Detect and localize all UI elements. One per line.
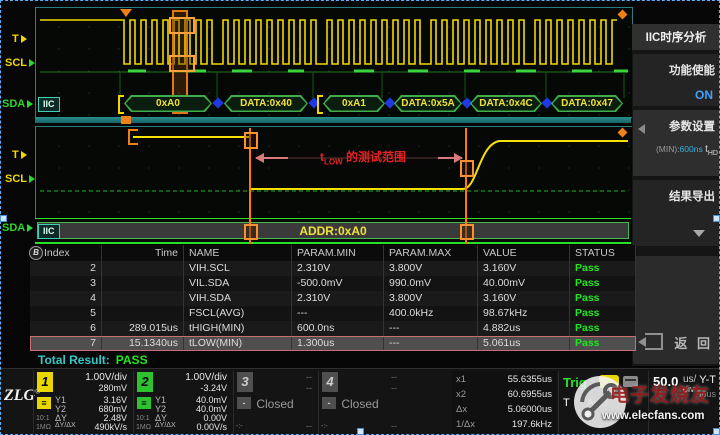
zoom-band-handle-top[interactable] <box>169 17 195 34</box>
trigger-block[interactable]: Trig T Auto <box>558 371 647 433</box>
arrow-right-icon <box>27 224 33 232</box>
table-row-selected[interactable]: 715.1340ustLOW(MIN) 1.300us---5.061us Pa… <box>30 336 636 351</box>
total-result: Total Result:PASS <box>38 353 148 367</box>
arrow-right-icon <box>27 100 33 108</box>
param-settings-panel[interactable]: 参数设置 (MIN):600ns tHD <box>633 110 719 176</box>
channel2-block[interactable]: 2 1.00V/div -3.24V ≡ Y1 40.0mV Y2 40.0mV… <box>133 371 231 433</box>
coupling-icon: ≡ <box>37 397 51 409</box>
channel2-badge: 2 <box>137 372 153 392</box>
keyboard-icon <box>623 376 638 387</box>
cursor-readout: x155.6355us x260.6955us Δx5.06000us 1/Δx… <box>452 371 556 433</box>
zoom-scrollbar-handle[interactable] <box>121 116 131 124</box>
decode-segment: 0xA1 <box>323 95 385 112</box>
selection-handle[interactable] <box>357 428 364 435</box>
iic-bus-tag-1: IIC <box>38 97 60 112</box>
sidebar-title: IIC时序分析 <box>632 24 720 50</box>
arrow-left-icon <box>255 153 264 163</box>
results-table: B IndexTime NAMEPARAM.MIN PARAM.MAXVALUE… <box>30 245 636 351</box>
table-row[interactable]: 3VIL.SDA -500.0mV990.0mV40.00mV Pass <box>30 276 636 291</box>
table-row[interactable]: 4VIH.SDA 2.310V3.800V3.160V Pass <box>30 291 636 306</box>
iic-bus-tag-2: IIC <box>38 224 60 239</box>
export-panel[interactable]: 结果导出 <box>633 180 719 246</box>
timebase-block[interactable]: 50.0 us/ div Y-T 56us <box>648 371 719 433</box>
trigger-level-label-2: T <box>12 149 27 161</box>
bus-badge-icon: B <box>29 246 43 260</box>
cursor-handle[interactable] <box>244 224 258 240</box>
arrow-right-icon <box>21 35 27 43</box>
decode-segment: DATA:0x4C <box>470 95 542 112</box>
scl-channel-label-2: SCL <box>5 173 35 185</box>
tlow-range-label: tLOW 的测试范围 <box>288 150 438 169</box>
scl-channel-label-1: SCL <box>5 57 35 69</box>
selection-handle[interactable] <box>713 428 720 435</box>
zoom-band-handle-mid[interactable] <box>169 55 195 72</box>
sda-channel-label-1: SDA <box>2 98 33 110</box>
status-bar: ZLG® 1 1.00V/div 280mV ≡ Y1 3.16V Y2 680… <box>0 368 720 435</box>
iic-analysis-sidebar: IIC时序分析 功能使能 ON 参数设置 (MIN):600ns tHD 结果导… <box>632 24 720 366</box>
coupling-icon: ≡ <box>137 397 151 409</box>
selection-handle[interactable] <box>713 215 720 222</box>
back-button[interactable]: 返 回 <box>633 256 719 364</box>
cursor-handle[interactable] <box>460 224 474 240</box>
enable-value: ON <box>633 78 719 102</box>
zoom-scrollbar[interactable] <box>35 117 631 123</box>
waveform-traces-zoom <box>36 127 632 219</box>
cursor-handle[interactable] <box>244 132 258 149</box>
cursor-handle[interactable] <box>460 160 474 177</box>
addr-segment: ADDR:0xA0 <box>37 222 629 239</box>
table-header: IndexTime NAMEPARAM.MIN PARAM.MAXVALUE S… <box>30 245 636 261</box>
channel1-badge: 1 <box>37 372 53 392</box>
trigger-position-icon[interactable] <box>120 9 132 17</box>
table-row[interactable]: 5FSCL(AVG) ---400.0kHz98.67kHz Pass <box>30 306 636 321</box>
decode-segment: DATA:0x47 <box>551 95 623 112</box>
chevron-left-icon[interactable] <box>638 124 645 134</box>
decode-segment: 0xA0 <box>124 95 212 112</box>
channel1-block[interactable]: 1 1.00V/div 280mV ≡ Y1 3.16V Y2 680mV 10… <box>33 371 131 433</box>
decode-segment: DATA:0x40 <box>224 95 308 112</box>
sda-channel-label-2: SDA <box>2 222 33 234</box>
trigger-source-icon <box>599 375 619 388</box>
enable-panel[interactable]: 功能使能 ON <box>633 54 719 106</box>
table-row[interactable]: 6289.015ustHIGH(MIN) 600.0ns---4.882us P… <box>30 321 636 336</box>
oscilloscope-screen: T SCL SDA <box>0 0 720 435</box>
return-arrow-icon <box>645 333 663 350</box>
edge-marker-icon <box>128 129 138 145</box>
decode-bus-zoom: ADDR:0xA0 <box>35 218 631 244</box>
channel3-badge: 3 <box>237 372 253 392</box>
param-preview: (MIN):600ns tHD <box>633 134 719 157</box>
trigger-level-label-1: T <box>12 33 27 45</box>
chevron-down-icon[interactable] <box>693 230 705 237</box>
channel3-block[interactable]: 3 -- -- - Closed -:- -- <box>233 371 316 433</box>
arrow-right-icon <box>21 151 27 159</box>
channel4-block[interactable]: 4 -- -- - Closed -:- -- <box>318 371 401 433</box>
decode-segment: DATA:0x5A <box>394 95 462 112</box>
selection-handle[interactable] <box>0 215 7 222</box>
channel4-badge: 4 <box>322 372 338 392</box>
waveform-window-zoom <box>35 126 633 219</box>
table-row[interactable]: 2VIH.SCL 2.310V3.800V3.160V Pass <box>30 261 636 276</box>
